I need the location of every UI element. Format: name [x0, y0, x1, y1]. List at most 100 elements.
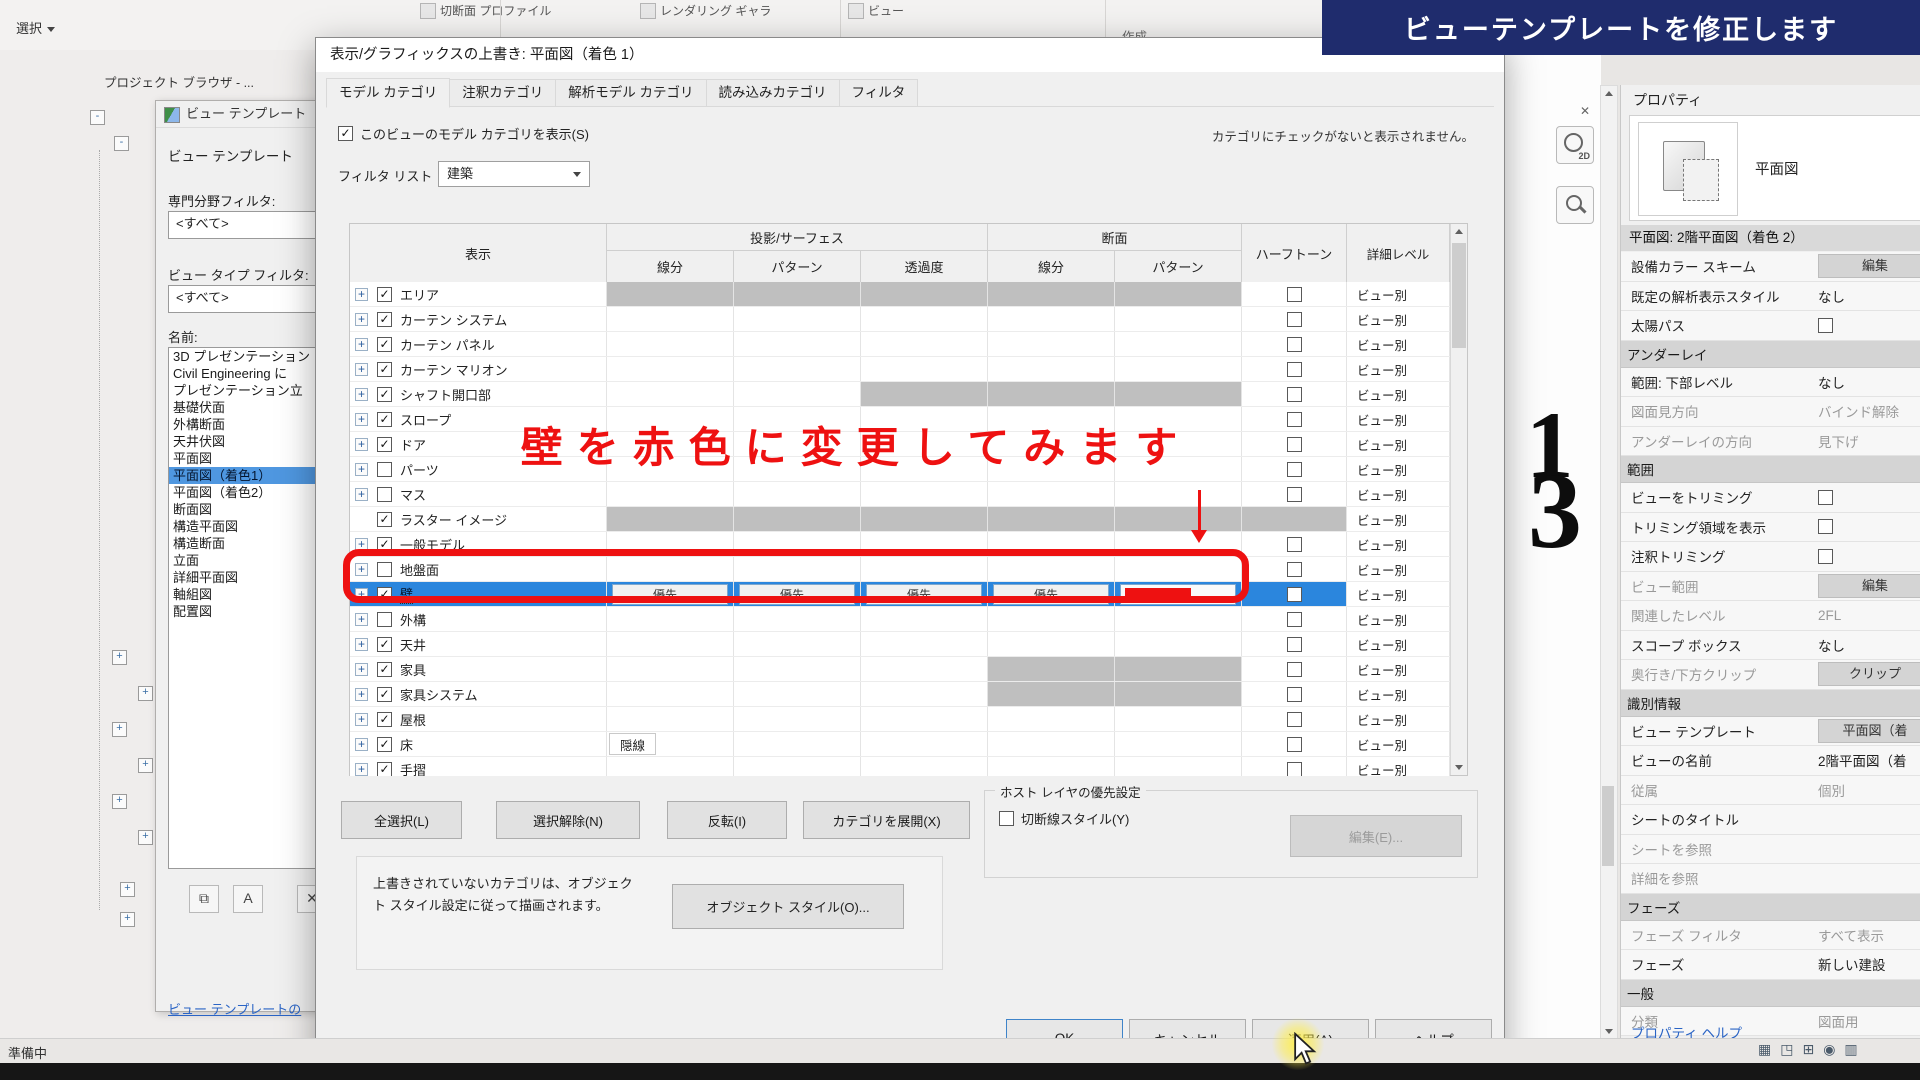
tab-analytical-categories[interactable]: 解析モデル カテゴリ [556, 79, 706, 107]
halftone-cell[interactable] [1242, 532, 1347, 556]
halftone-checkbox[interactable] [1287, 762, 1302, 777]
select-none-button[interactable]: 選択解除(N) [496, 801, 640, 839]
category-checkbox[interactable] [377, 362, 392, 377]
detail-level-cell[interactable]: ビュー別 [1347, 482, 1450, 506]
category-row[interactable]: エリアビュー別 [350, 282, 1450, 307]
detail-level-cell[interactable]: ビュー別 [1347, 407, 1450, 431]
property-row[interactable]: 太陽パス [1621, 311, 1920, 341]
halftone-cell[interactable] [1242, 657, 1347, 681]
property-value[interactable]: バインド解除 [1818, 401, 1920, 421]
halftone-checkbox[interactable] [1287, 462, 1302, 477]
override-cell[interactable] [607, 282, 734, 306]
filter-list-dropdown[interactable]: 建築 [438, 161, 590, 187]
property-checkbox[interactable] [1818, 490, 1833, 505]
override-cell[interactable] [861, 657, 988, 681]
property-row[interactable]: フェーズ新しい建設 [1621, 950, 1920, 980]
scrollbar-thumb[interactable] [1602, 786, 1614, 866]
override-cell[interactable] [607, 382, 734, 406]
halftone-cell[interactable] [1242, 682, 1347, 706]
override-cell[interactable] [734, 507, 861, 531]
select-all-button[interactable]: 全選択(L) [341, 801, 462, 839]
override-cell[interactable] [734, 707, 861, 731]
category-checkbox[interactable] [377, 737, 392, 752]
halftone-checkbox[interactable] [1287, 662, 1302, 677]
category-checkbox[interactable] [377, 337, 392, 352]
detail-level-cell[interactable]: ビュー別 [1347, 432, 1450, 456]
override-cell[interactable] [607, 607, 734, 631]
detail-level-cell[interactable]: ビュー別 [1347, 532, 1450, 556]
override-cell[interactable] [988, 632, 1115, 656]
override-cell[interactable] [861, 607, 988, 631]
category-row[interactable]: ラスター イメージビュー別 [350, 507, 1450, 532]
override-cell[interactable] [1115, 682, 1242, 706]
halftone-cell[interactable] [1242, 757, 1347, 776]
tab-imported-categories[interactable]: 読み込みカテゴリ [707, 79, 840, 107]
show-model-categories-checkbox[interactable]: このビューのモデル カテゴリを表示(S) [338, 124, 589, 143]
property-value[interactable] [1818, 490, 1920, 505]
property-value[interactable]: クリップ [1818, 662, 1920, 686]
override-cell[interactable] [988, 507, 1115, 531]
override-cell[interactable] [1115, 307, 1242, 331]
halftone-cell[interactable] [1242, 632, 1347, 656]
override-cell[interactable] [861, 732, 988, 756]
tree-expand-icon[interactable]: + [112, 650, 127, 665]
detail-level-cell[interactable]: ビュー別 [1347, 707, 1450, 731]
property-value[interactable]: なし [1818, 635, 1920, 655]
ribbon-fragment[interactable]: ビュー [868, 2, 904, 19]
property-row[interactable]: トリミング領域を表示 [1621, 513, 1920, 543]
status-icon[interactable]: ▦ [1758, 1041, 1771, 1058]
halftone-cell[interactable] [1242, 482, 1347, 506]
override-cell[interactable] [861, 307, 988, 331]
category-checkbox[interactable] [377, 412, 392, 427]
property-row[interactable]: 図面見方向バインド解除 [1621, 397, 1920, 427]
tree-expand-icon[interactable]: + [138, 758, 153, 773]
property-value[interactable]: 平面図（着 [1818, 719, 1920, 743]
override-cell[interactable] [607, 507, 734, 531]
close-icon[interactable]: ✕ [1580, 104, 1590, 118]
expand-icon[interactable] [355, 413, 368, 426]
property-row[interactable]: アンダーレイの方向見下げ [1621, 427, 1920, 457]
override-cell[interactable] [988, 757, 1115, 776]
detail-level-cell[interactable]: ビュー別 [1347, 282, 1450, 306]
category-row[interactable]: 天井ビュー別 [350, 632, 1450, 657]
scroll-down-icon[interactable] [1605, 1029, 1613, 1034]
override-cell[interactable] [607, 357, 734, 381]
zoom-button[interactable] [1556, 186, 1594, 224]
instance-label[interactable]: 平面図: 2階平面図（着色 2） [1621, 225, 1920, 251]
property-row[interactable]: ビュー テンプレート平面図（着 [1621, 717, 1920, 747]
property-row[interactable]: 奥行き/下方クリップクリップ [1621, 660, 1920, 690]
override-cell[interactable] [1115, 357, 1242, 381]
ribbon-fragment[interactable]: 切断面 プロファイル [440, 2, 551, 19]
override-cell[interactable] [988, 307, 1115, 331]
override-cell[interactable] [1115, 382, 1242, 406]
override-cell[interactable] [861, 682, 988, 706]
category-row[interactable]: 家具ビュー別 [350, 657, 1450, 682]
override-cell[interactable] [607, 632, 734, 656]
property-value[interactable]: 編集 [1818, 254, 1920, 278]
ribbon-tool-icon[interactable] [640, 3, 656, 19]
property-value[interactable]: なし [1818, 286, 1920, 306]
tab-annotation-categories[interactable]: 注釈カテゴリ [450, 79, 556, 107]
property-row[interactable]: シートを参照 [1621, 835, 1920, 865]
property-value[interactable]: 新しい建設 [1818, 954, 1920, 974]
property-value[interactable]: 図面用 [1818, 1011, 1920, 1031]
table-scrollbar[interactable] [1450, 224, 1467, 775]
steering-wheel-button[interactable]: 2D [1556, 126, 1594, 164]
expand-icon[interactable] [355, 738, 368, 751]
property-row[interactable]: 従属個別 [1621, 776, 1920, 806]
category-checkbox[interactable] [377, 762, 392, 777]
detail-level-cell[interactable]: ビュー別 [1347, 382, 1450, 406]
checkbox-icon[interactable] [338, 126, 353, 141]
tree-expand-icon[interactable]: + [112, 794, 127, 809]
override-cell[interactable] [988, 732, 1115, 756]
property-value[interactable]: 2階平面図（着 [1818, 750, 1920, 770]
category-checkbox[interactable] [377, 287, 392, 302]
expand-icon[interactable] [355, 288, 368, 301]
view-template-link[interactable]: ビュー テンプレートの [168, 999, 301, 1018]
ribbon-tool-icon[interactable] [420, 3, 436, 19]
property-checkbox[interactable] [1818, 318, 1833, 333]
override-cell[interactable] [861, 482, 988, 506]
override-cell[interactable] [734, 657, 861, 681]
property-value[interactable]: 編集 [1818, 574, 1920, 598]
halftone-cell[interactable] [1242, 332, 1347, 356]
